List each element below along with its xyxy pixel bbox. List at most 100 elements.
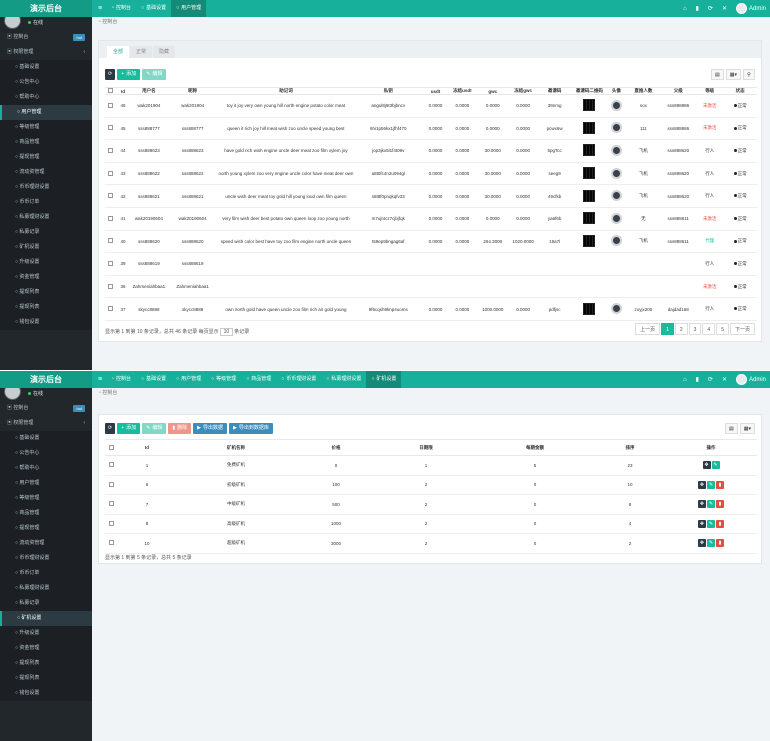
sidebar-item[interactable]: ○ 私募理财设置 (0, 581, 92, 596)
sidebar-item[interactable]: ○ 币币订单 (0, 566, 92, 581)
sidebar-item[interactable]: ○ 资金管理 (0, 270, 92, 285)
sidebar-item[interactable]: ○ 提现列表 (0, 671, 92, 686)
row-select-cell[interactable] (105, 117, 117, 141)
sidebar-item[interactable]: ○ 提现列表 (0, 300, 92, 315)
sidebar-item[interactable]: ○ 提现管理 (0, 150, 92, 165)
refresh-button[interactable]: ⟳ (105, 69, 116, 80)
delete-icon[interactable]: ▮ (716, 500, 724, 509)
nav-tab[interactable]: ○ 等级管理 (206, 371, 241, 388)
sidebar-item[interactable]: ○ 私募理财设置 (0, 210, 92, 225)
add-button[interactable]: + 添加 (117, 69, 141, 80)
column-header[interactable]: 邀请码二维码 (572, 87, 607, 95)
sidebar-item[interactable]: ○ 升级设置 (0, 255, 92, 270)
row-checkbox[interactable] (108, 462, 114, 468)
nav-tab[interactable]: ○ 币币理财设置 (276, 371, 321, 388)
sidebar-item[interactable]: ○ 公告中心 (0, 75, 92, 90)
delete-icon[interactable]: ▮ (716, 480, 724, 489)
sidebar-item[interactable]: ○ 钱包设置 (0, 315, 92, 330)
sidebar-item[interactable]: ○ 升级设置 (0, 626, 92, 641)
trash-icon[interactable]: ▮ (696, 376, 699, 383)
page-button[interactable]: 2 (674, 323, 688, 335)
page-button[interactable]: 下一页 (729, 323, 755, 335)
sidebar-item[interactable]: ○ 帮助中心 (0, 90, 92, 105)
row-select-cell[interactable] (105, 275, 117, 299)
page-button[interactable]: 上一页 (635, 323, 661, 335)
column-header[interactable]: 日期限 (377, 439, 475, 456)
nav-tab[interactable]: ○ 基础设置 (136, 0, 171, 17)
row-checkbox[interactable] (108, 306, 114, 312)
nav-tab[interactable]: ◔ 控制台 (106, 371, 136, 388)
export-data-button[interactable]: ▶ 导出数据 (193, 423, 228, 434)
toggle-view-button[interactable]: ▤ (725, 423, 738, 434)
delete-icon[interactable]: ▮ (716, 519, 724, 528)
sidebar-item[interactable]: ○ 提现管理 (0, 521, 92, 536)
sidebar-item[interactable]: ○ 资金管理 (0, 641, 92, 656)
sidebar-item[interactable]: ○ 等级管理 (0, 491, 92, 506)
row-select-cell[interactable] (105, 230, 117, 254)
sidebar-item[interactable]: ○ 矿机设置 (0, 611, 92, 626)
sidebar-item[interactable]: ▣ 控制台 hot (0, 401, 92, 416)
column-header[interactable]: 助记词 (217, 87, 355, 95)
column-header[interactable]: 等级 (696, 87, 724, 95)
drag-sort-icon[interactable]: ✥ (698, 500, 706, 509)
edit-button[interactable]: ✎ 编辑 (142, 423, 167, 434)
nav-tab[interactable]: ○ 用户管理 (171, 0, 207, 17)
row-select-cell[interactable] (105, 184, 117, 208)
nav-tab[interactable]: ○ 用户管理 (171, 371, 206, 388)
row-checkbox[interactable] (108, 540, 114, 546)
sidebar-item[interactable]: ○ 用户管理 (0, 476, 92, 491)
column-header[interactable]: 操作 (665, 439, 757, 456)
nav-tab[interactable]: ○ 矿机设置 (366, 371, 402, 388)
row-checkbox[interactable] (108, 238, 114, 244)
user-menu[interactable]: Admin (735, 3, 766, 14)
sidebar-item[interactable]: ○ 用户管理 (0, 105, 92, 120)
row-select-cell[interactable] (105, 455, 117, 476)
app-logo[interactable]: 演示后台 (0, 0, 92, 17)
edit-button[interactable]: ✎ 编辑 (142, 69, 167, 80)
home-icon[interactable]: ⌂ (683, 6, 687, 12)
drag-sort-icon[interactable]: ✥ (698, 539, 706, 548)
sidebar-item[interactable]: ○ 币币理财设置 (0, 180, 92, 195)
edit-icon[interactable]: ✎ (711, 461, 720, 470)
column-header[interactable]: 昵称 (167, 87, 218, 95)
page-button[interactable]: 5 (716, 323, 729, 335)
fullscreen-icon[interactable]: ✕ (722, 376, 727, 383)
sidebar-item[interactable]: ○ 币币订单 (0, 195, 92, 210)
delete-icon[interactable]: ▮ (716, 539, 724, 548)
column-header[interactable]: gwc (475, 87, 510, 95)
sidebar-item[interactable]: ○ 钱包设置 (0, 686, 92, 701)
app-logo[interactable]: 演示后台 (0, 371, 92, 388)
row-checkbox[interactable] (108, 501, 114, 507)
column-header[interactable]: 价格 (295, 439, 377, 456)
column-header[interactable]: 状态 (723, 87, 757, 95)
breadcrumb[interactable]: ◔ 控制台 (92, 17, 770, 28)
column-header[interactable]: 邀请码 (536, 87, 573, 95)
columns-dropdown[interactable]: ▦▾ (725, 69, 741, 80)
toggle-view-button[interactable]: ▤ (711, 69, 724, 80)
sidebar-item[interactable]: ▣ 权限管理 ‹ (0, 416, 92, 431)
page-size-select[interactable]: 10 (219, 328, 234, 336)
row-checkbox[interactable] (108, 215, 114, 221)
row-select-cell[interactable] (105, 494, 117, 515)
row-select-cell[interactable] (105, 207, 117, 231)
row-select-cell[interactable] (105, 297, 117, 321)
drag-sort-icon[interactable]: ✥ (702, 461, 711, 470)
panel-tab[interactable]: 正常 (130, 46, 153, 58)
column-header[interactable]: 矿机名称 (177, 439, 295, 456)
refresh-button[interactable]: ⟳ (105, 423, 116, 434)
column-header[interactable]: 私钥 (354, 87, 422, 95)
column-header[interactable]: Id (117, 439, 177, 456)
page-button[interactable]: 4 (702, 323, 716, 335)
delete-button[interactable]: ▮ 删除 (168, 423, 192, 434)
page-button[interactable]: 3 (688, 323, 702, 335)
row-select-cell[interactable] (105, 514, 117, 534)
column-header[interactable]: 每期金额 (475, 439, 595, 456)
sidebar-item[interactable]: ○ 私募记录 (0, 225, 92, 240)
row-checkbox[interactable] (108, 260, 114, 266)
edit-icon[interactable]: ✎ (707, 519, 715, 528)
row-checkbox[interactable] (108, 283, 114, 289)
edit-icon[interactable]: ✎ (707, 500, 715, 509)
column-header[interactable]: 头像 (606, 87, 627, 95)
edit-icon[interactable]: ✎ (707, 480, 715, 489)
refresh-icon[interactable]: ⟳ (708, 5, 713, 12)
